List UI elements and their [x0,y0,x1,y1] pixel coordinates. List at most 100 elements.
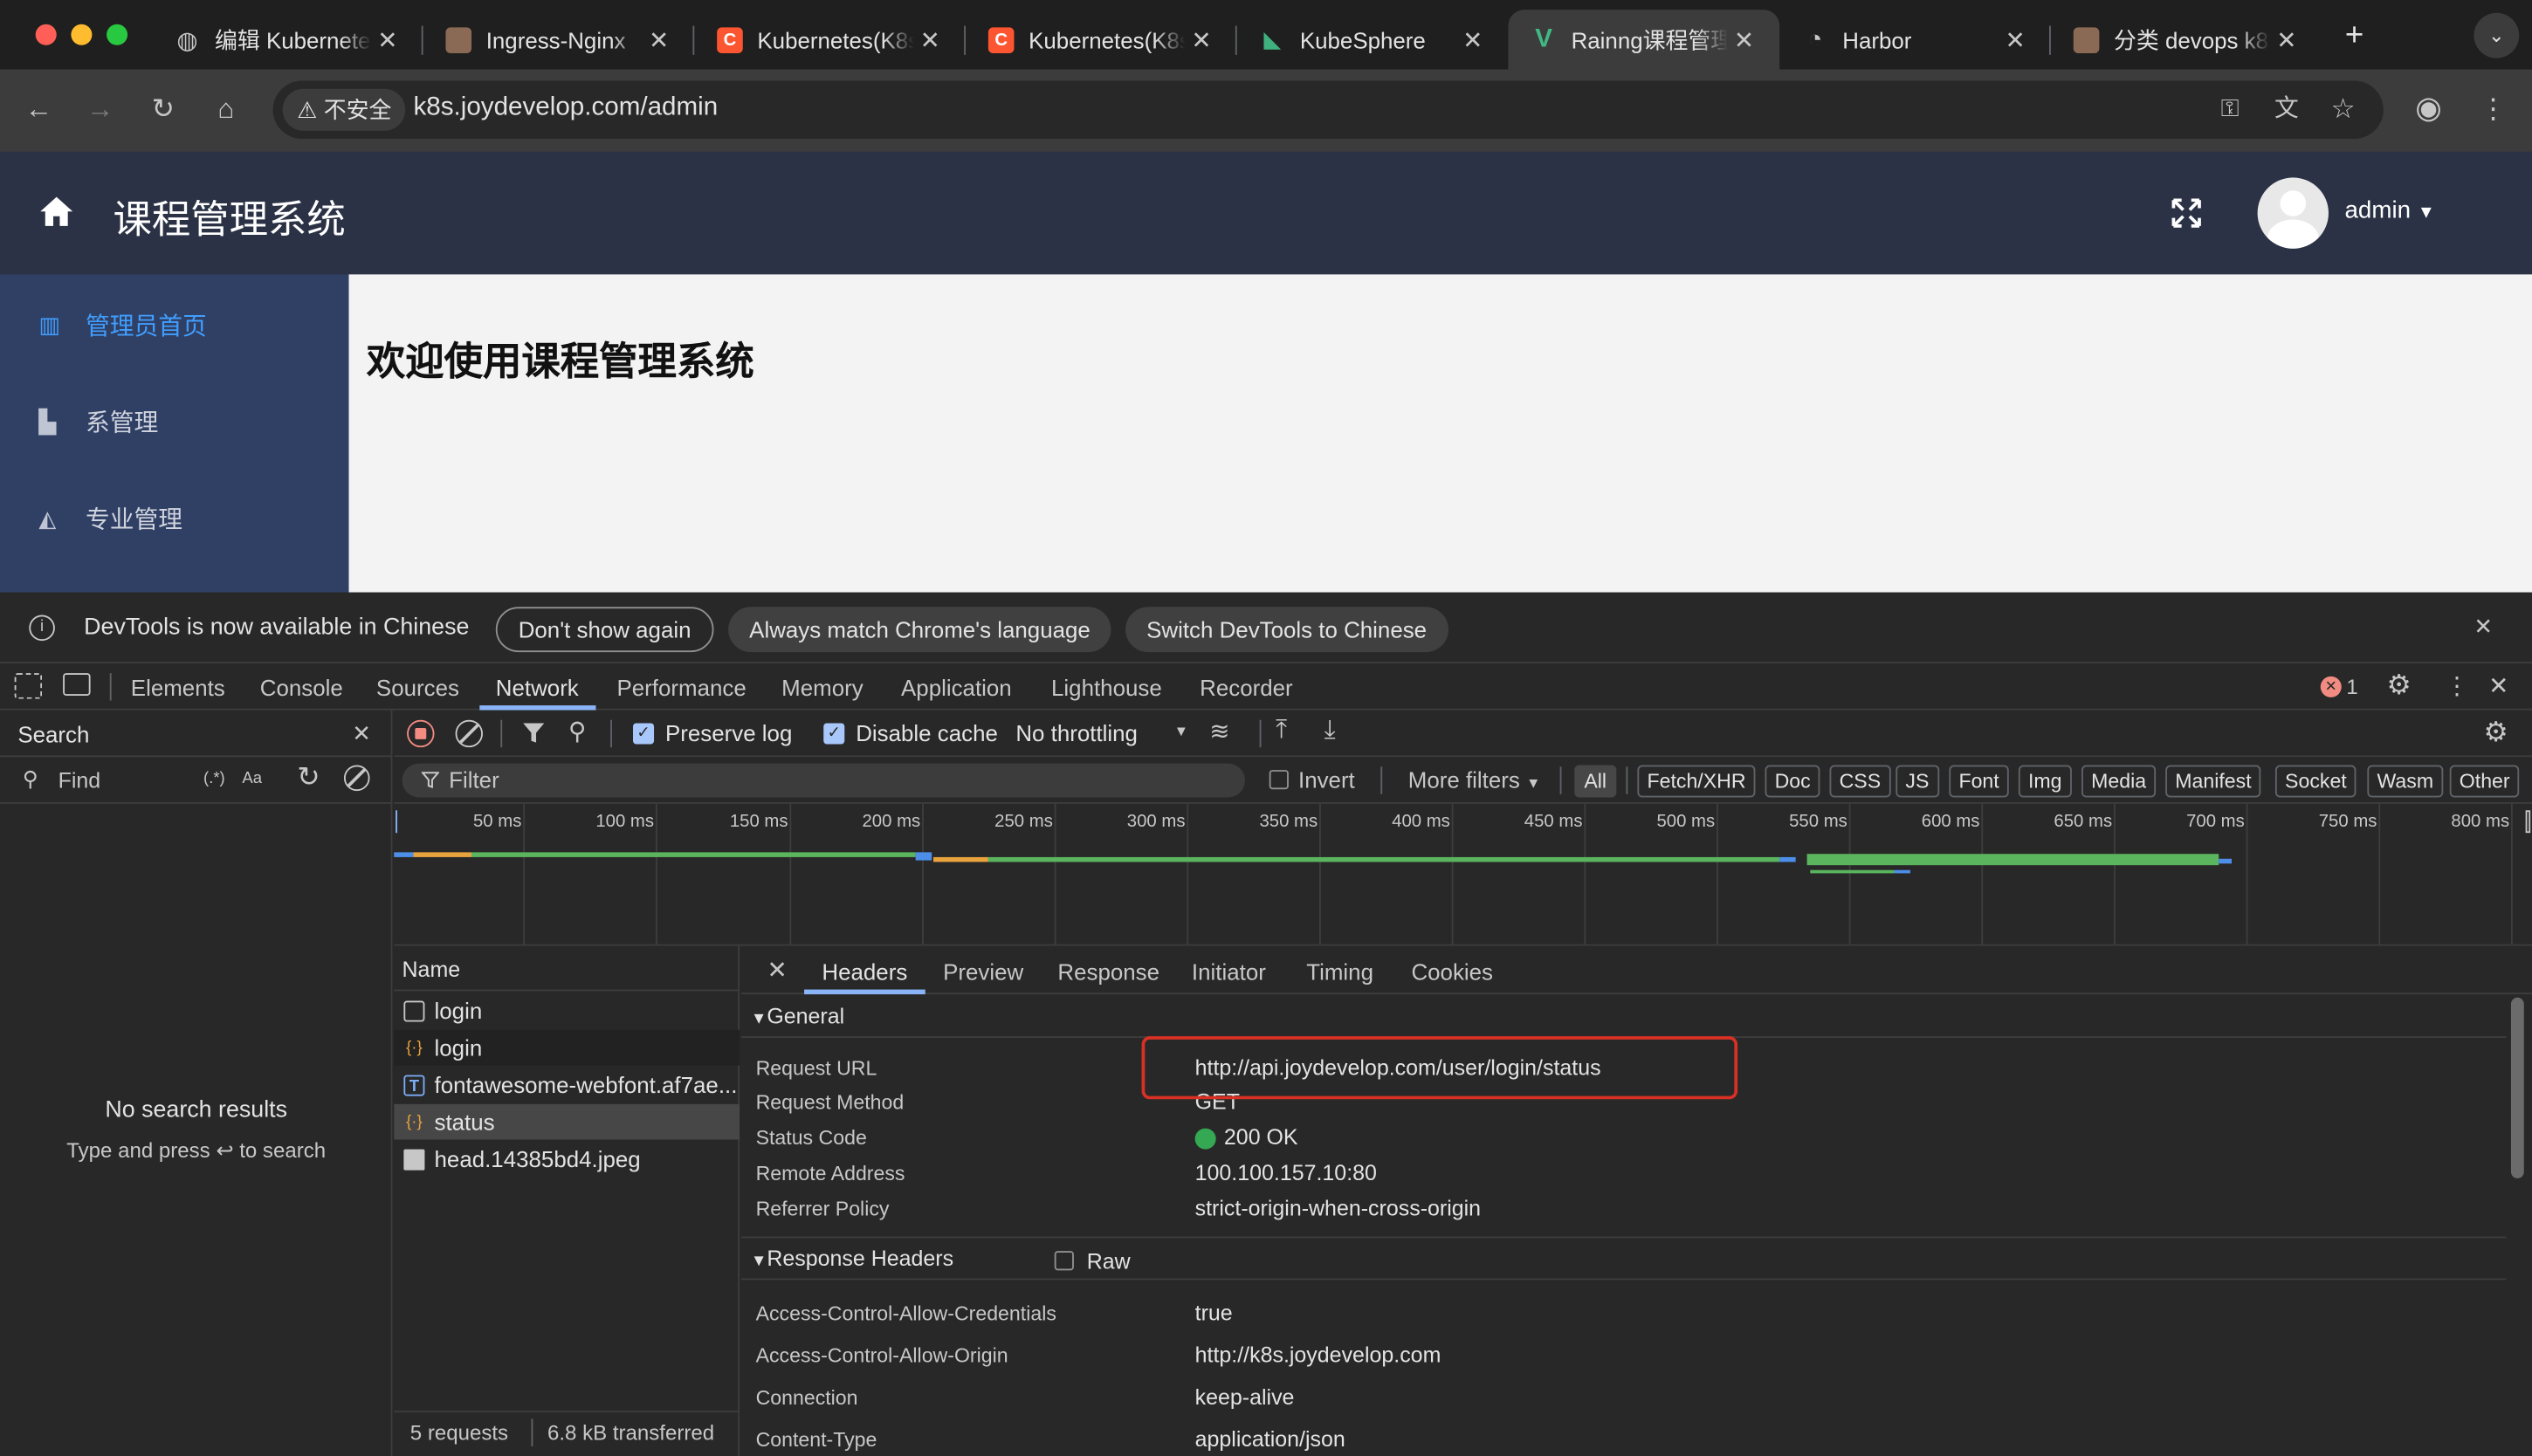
window-close-button[interactable] [35,24,57,45]
type-filter-font[interactable]: Font [1949,765,2009,798]
inspect-element-icon[interactable] [14,673,43,699]
tab-memory[interactable]: Memory [781,675,863,701]
network-conditions-wifi-icon[interactable]: ≋ [1209,717,1229,745]
tab-network[interactable]: Network [496,675,579,701]
error-icon[interactable]: ✕ [2320,676,2342,697]
tab-recorder[interactable]: Recorder [1200,675,1293,701]
error-count[interactable]: 1 [2346,675,2357,699]
type-filter-media[interactable]: Media [2081,765,2157,798]
address-bar[interactable]: ⚠ 不安全 k8s.joydevelop.com/admin ⚿ 文 ☆ [272,80,2384,140]
export-har-download-icon[interactable]: ⤓ [1324,717,1336,745]
bookmark-star-icon[interactable]: ☆ [2325,92,2361,127]
request-row[interactable]: login [394,992,740,1028]
avatar[interactable] [2257,177,2329,249]
always-match-language-button[interactable]: Always match Chrome's language [728,607,1111,653]
tab-console[interactable]: Console [260,675,343,701]
sidebar-item-admin-home[interactable]: ▥ 管理员首页 [38,306,206,342]
preserve-log-checkbox[interactable]: ✓ [633,723,655,745]
filter-input[interactable]: Filter [402,763,1245,798]
tab-timing[interactable]: Timing [1306,958,1373,985]
import-har-upload-icon[interactable]: ⤒ [1276,717,1287,745]
type-filter-img[interactable]: Img [2018,765,2072,798]
fullscreen-icon[interactable] [2171,197,2203,230]
window-zoom-button[interactable] [107,24,128,45]
tab-response[interactable]: Response [1057,958,1159,985]
settings-gear-icon[interactable]: ⚙ [2387,670,2412,702]
type-filter-socket[interactable]: Socket [2274,765,2357,798]
back-arrow-icon[interactable]: ← [21,92,57,127]
request-row[interactable]: head.14385bd4.jpeg [394,1141,740,1177]
raw-label[interactable]: Raw [1087,1249,1131,1274]
type-filter-other[interactable]: Other [2449,765,2520,798]
match-case-toggle[interactable]: Aa [242,770,262,787]
close-devtools-icon[interactable]: ✕ [2488,671,2508,700]
tab-close-icon[interactable]: ✕ [371,25,403,54]
preserve-log-label[interactable]: Preserve log [665,720,792,746]
browser-tab-active[interactable]: V Rainng课程管理 ✕ [1508,10,1780,70]
refresh-search-icon[interactable]: ↻ [297,762,320,794]
user-menu[interactable]: admin ▼ [2344,197,2434,224]
tab-close-icon[interactable]: ✕ [1186,25,1218,54]
key-icon[interactable]: ⚿ [2212,92,2248,127]
forward-arrow-icon[interactable]: → [82,92,118,127]
tab-application[interactable]: Application [901,675,1012,701]
sidebar-item-department[interactable]: ▙ 系管理 [38,403,158,439]
type-filter-all[interactable]: All [1574,765,1617,798]
record-stop-icon[interactable] [407,719,435,748]
window-minimize-button[interactable] [71,24,93,45]
browser-tab[interactable]: ◍ 编辑 Kubernetes ✕ [152,10,423,69]
type-filter-wasm[interactable]: Wasm [2367,765,2444,798]
browser-tab[interactable]: C Kubernetes(K8s) ✕ [966,10,1237,69]
request-row[interactable]: T fontawesome-webfont.af7ae... [394,1067,740,1102]
type-filter-js[interactable]: JS [1896,765,1939,798]
browser-tab[interactable]: ◣ KubeSphere ✕ [1237,10,1509,69]
device-toolbar-icon[interactable] [63,673,91,697]
type-filter-css[interactable]: CSS [1829,765,1891,798]
new-tab-plus-icon[interactable]: + [2335,16,2373,54]
switch-to-chinese-button[interactable]: Switch DevTools to Chinese [1125,607,1448,653]
tab-sources[interactable]: Sources [376,675,459,701]
response-headers-section-header[interactable]: ▼Response Headers [740,1238,2507,1281]
throttling-select[interactable]: No throttling [1015,720,1138,746]
security-chip[interactable]: ⚠ 不安全 [282,88,407,131]
tab-initiator[interactable]: Initiator [1192,958,1266,985]
tab-lighthouse[interactable]: Lighthouse [1051,675,1162,701]
close-search-icon[interactable]: ✕ [352,720,371,747]
general-section-header[interactable]: ▼General [740,996,2507,1039]
regex-toggle[interactable]: (.*) [203,770,225,787]
home-icon[interactable] [38,196,74,228]
close-detail-icon[interactable]: ✕ [767,956,788,985]
tab-preview[interactable]: Preview [943,958,1023,985]
tab-close-icon[interactable]: ✕ [1999,25,2032,54]
filter-funnel-icon[interactable] [521,722,546,746]
profile-icon[interactable]: ◉ [2411,92,2446,127]
tab-elements[interactable]: Elements [131,675,225,701]
tab-close-icon[interactable]: ✕ [1456,25,1489,54]
tab-cookies[interactable]: Cookies [1411,958,1493,985]
type-filter-fetch-xhr[interactable]: Fetch/XHR [1637,765,1756,798]
raw-checkbox[interactable] [1054,1251,1074,1271]
invert-checkbox[interactable] [1269,770,1289,790]
type-filter-manifest[interactable]: Manifest [2165,765,2261,798]
network-settings-gear-icon[interactable]: ⚙ [2484,717,2508,749]
disable-cache-label[interactable]: Disable cache [856,720,998,746]
browser-tab[interactable]: 分类 devops k8s ✕ [2051,10,2322,69]
request-row-selected[interactable]: {·} status [394,1103,740,1140]
clear-icon[interactable] [455,719,484,748]
disable-cache-checkbox[interactable]: ✓ [823,723,845,745]
tab-headers[interactable]: Headers [822,958,907,985]
tab-close-icon[interactable]: ✕ [2270,25,2302,54]
more-filters-dropdown[interactable]: More filters ▼ [1408,766,1541,793]
name-column-header[interactable]: Name [403,958,461,982]
tab-close-icon[interactable]: ✕ [1728,25,1760,54]
tab-performance[interactable]: Performance [617,675,747,701]
tab-close-icon[interactable]: ✕ [643,25,675,54]
translate-icon[interactable]: 文 [2269,92,2305,127]
find-input[interactable]: Find [58,768,101,793]
kebab-menu-icon[interactable]: ⋮ [2445,671,2469,700]
invert-label[interactable]: Invert [1298,766,1355,793]
detail-scrollbar-thumb[interactable] [2510,997,2524,1178]
reload-icon[interactable]: ↻ [145,92,181,127]
network-timeline-overview[interactable]: 50 ms 100 ms 150 ms 200 ms 250 ms 300 ms… [394,803,2532,946]
dont-show-again-button[interactable]: Don't show again [495,607,714,653]
